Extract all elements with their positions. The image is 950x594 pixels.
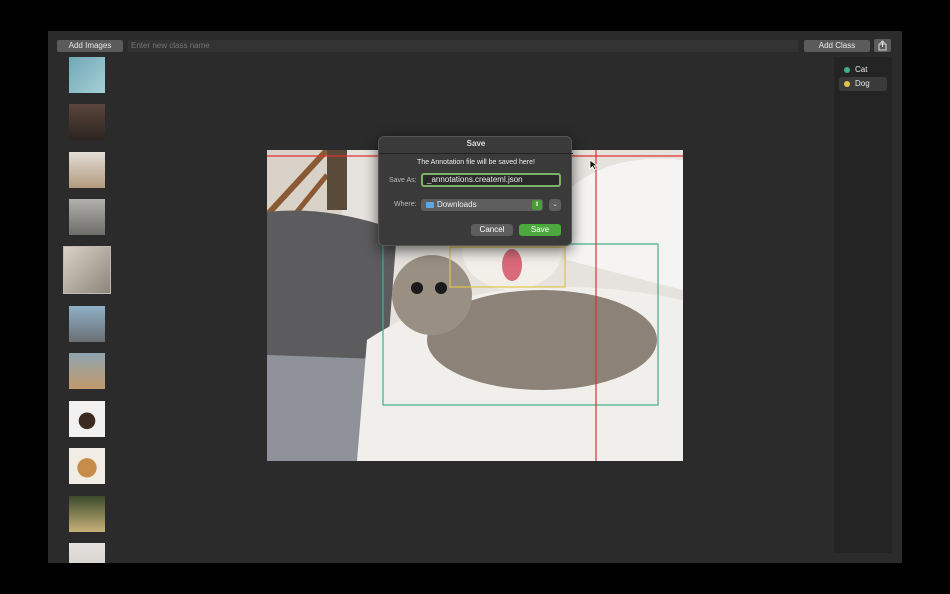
add-class-button[interactable]: Add Class [804,40,870,52]
thumbnail[interactable] [69,353,105,389]
cat-color-dot [844,67,850,73]
cancel-button[interactable]: Cancel [471,224,513,236]
app-window: Add Images Add Class Cat Dog [48,31,902,563]
save-dialog: Save The Annotation file will be saved h… [378,136,573,246]
share-icon [878,40,887,51]
thumbnail-image [69,401,105,437]
share-button[interactable] [874,39,891,52]
save-as-label: Save As: [389,177,417,184]
thumbnail[interactable] [69,448,105,484]
class-name-input[interactable] [128,40,798,52]
dialog-message: The Annotation file will be saved here! [417,159,535,166]
where-label: Where: [394,201,417,208]
expand-button[interactable]: ⌄ [549,199,561,211]
filename-field[interactable]: _annotations.createml.json [421,173,561,187]
thumbnail-image [64,247,110,293]
location-value: Downloads [437,200,477,209]
thumbnail-image [69,496,105,532]
thumbnail-image [69,543,105,563]
class-label: Cat [855,65,868,74]
save-button[interactable]: Save [519,224,561,236]
class-item-cat[interactable]: Cat [839,63,887,77]
thumbnail[interactable] [69,104,105,140]
thumbnail[interactable] [69,496,105,532]
thumbnail[interactable] [69,306,105,342]
location-popup[interactable]: Downloads ⇕ [421,199,543,211]
thumbnail-image [69,353,105,389]
thumbnail-image [69,57,105,93]
thumbnail-image [69,152,105,188]
thumbnail-image [69,104,105,140]
class-item-dog[interactable]: Dog [839,77,887,91]
class-label: Dog [855,79,870,88]
add-images-button[interactable]: Add Images [57,40,123,52]
mouse-cursor-icon [589,159,599,171]
thumbnail[interactable] [69,543,105,563]
thumbnail[interactable] [69,152,105,188]
thumbnail[interactable] [69,57,105,93]
thumbnail-image [69,199,105,235]
folder-icon [426,202,434,208]
class-panel: Cat Dog [834,57,892,553]
thumbnail-selected[interactable] [63,246,111,294]
toolbar: Add Images Add Class [48,31,902,57]
divider [379,153,573,154]
thumbnail[interactable] [69,199,105,235]
thumbnail-image [69,448,105,484]
chevron-down-icon: ⌄ [552,201,558,208]
dog-color-dot [844,81,850,87]
updown-chevron-icon: ⇕ [532,200,542,210]
thumbnail-list[interactable] [48,53,128,563]
dialog-title: Save [466,139,486,148]
thumbnail[interactable] [69,401,105,437]
thumbnail-image [69,306,105,342]
